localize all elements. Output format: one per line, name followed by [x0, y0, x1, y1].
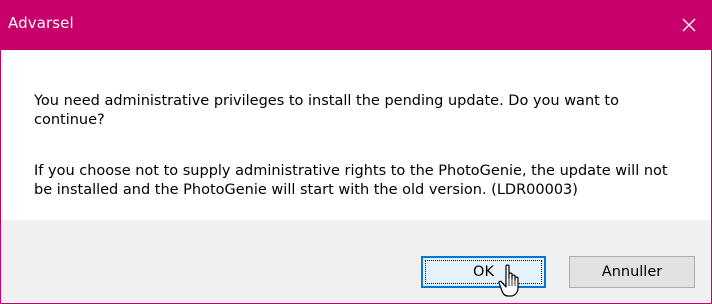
cancel-button[interactable]: Annuller: [569, 256, 695, 288]
dialog-body: You need administrative privileges to in…: [0, 50, 712, 220]
close-icon: [681, 17, 697, 33]
button-bar: OK Annuller: [0, 220, 712, 304]
message-secondary: If you choose not to supply administrati…: [34, 163, 668, 198]
cancel-button-label: Annuller: [601, 264, 663, 280]
ok-button[interactable]: OK: [421, 256, 546, 288]
ok-button-label: OK: [473, 264, 494, 280]
dialog-window: Advarsel You need administrative privile…: [0, 0, 712, 304]
title-bar[interactable]: Advarsel: [0, 0, 712, 50]
message-primary: You need administrative privileges to in…: [34, 93, 619, 128]
close-button[interactable]: [666, 0, 712, 50]
window-title: Advarsel: [8, 14, 74, 32]
